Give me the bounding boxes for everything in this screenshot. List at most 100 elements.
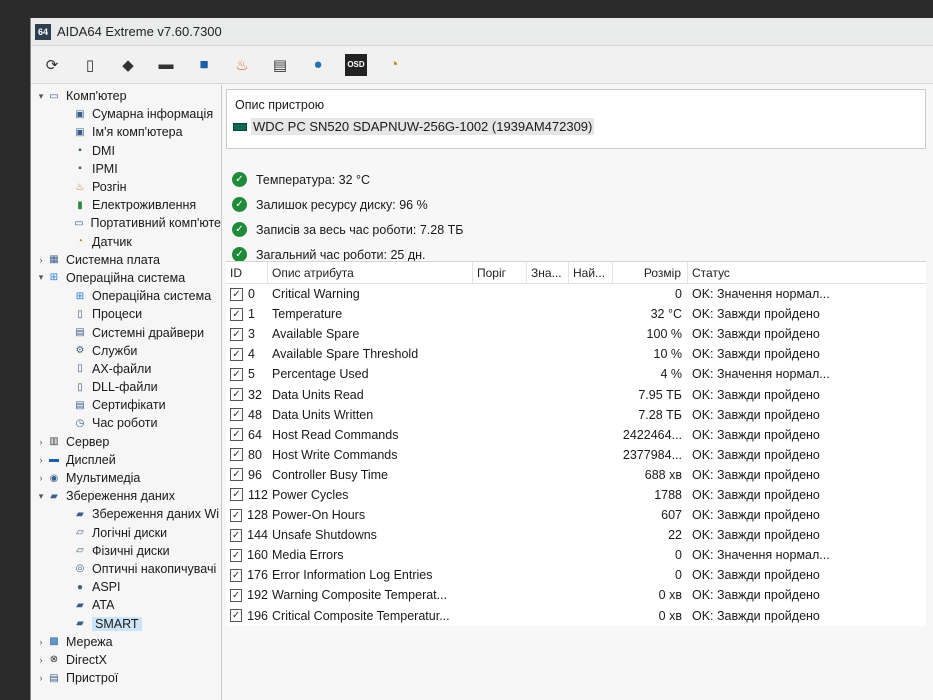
tree-item[interactable]: ▾ ▰ Збереження даних bbox=[31, 487, 221, 505]
tree-item[interactable]: ♨ Розгін bbox=[31, 178, 221, 196]
row-checkbox[interactable]: ✓ bbox=[230, 528, 243, 542]
table-row[interactable]: ✓ 80 Host Write Commands 2377984... OK: Завж… bbox=[226, 445, 926, 465]
table-row[interactable]: ✓ 196 Critical Composite Temperatur... 0 хв… bbox=[226, 606, 926, 626]
tree-item[interactable]: ▾ ▭ Комп'ютер bbox=[31, 87, 221, 105]
tree-item[interactable]: ◔ Датчик bbox=[31, 233, 221, 251]
memory-icon[interactable]: ▬ bbox=[155, 54, 177, 76]
disk-icon[interactable]: ◆ bbox=[117, 54, 139, 76]
column-value[interactable]: Зна... bbox=[527, 262, 569, 283]
expand-arrow-icon[interactable]: › bbox=[35, 437, 47, 447]
tree-item[interactable]: › ▬ Дисплей bbox=[31, 451, 221, 469]
table-row[interactable]: ✓ 96 Controller Busy Time 688 хв OK: Завжди … bbox=[226, 465, 926, 485]
tree-item[interactable]: ▪ IPMI bbox=[31, 160, 221, 178]
table-row[interactable]: ✓ 48 Data Units Written 7.28 ТБ OK: Завжди п… bbox=[226, 405, 926, 425]
column-threshold[interactable]: Поріг bbox=[473, 262, 527, 283]
device-name[interactable]: WDC PC SN520 SDAPNUW-256G-1002 (1939AM47… bbox=[233, 118, 595, 135]
table-row[interactable]: ✓ 176 Error Information Log Entries 0 OK: За… bbox=[226, 565, 926, 585]
table-row[interactable]: ✓ 32 Data Units Read 7.95 ТБ OK: Завжди прой… bbox=[226, 384, 926, 404]
tree-item[interactable]: ▱ Логічні диски bbox=[31, 524, 221, 542]
tree-item[interactable]: ▱ Фізичні диски bbox=[31, 542, 221, 560]
report-icon[interactable]: ▯ bbox=[79, 54, 101, 76]
tree-item[interactable]: ⊞ Операційна система bbox=[31, 287, 221, 305]
table-row[interactable]: ✓ 192 Warning Composite Temperat... 0 хв OK:… bbox=[226, 585, 926, 605]
gauge-icon[interactable]: ◔ bbox=[383, 54, 405, 76]
row-checkbox[interactable]: ✓ bbox=[230, 568, 243, 582]
tree-item[interactable]: ▭ Портативний комп'юте bbox=[31, 214, 221, 232]
table-row[interactable]: ✓ 4 Available Spare Threshold 10 % OK: Завжд… bbox=[226, 344, 926, 364]
expand-arrow-icon[interactable]: › bbox=[35, 255, 47, 265]
tree-item[interactable]: ▪ DMI bbox=[31, 142, 221, 160]
expand-arrow-icon[interactable]: › bbox=[35, 673, 47, 683]
expand-arrow-icon[interactable]: › bbox=[35, 637, 47, 647]
tree-item[interactable]: › ⊗ DirectX bbox=[31, 651, 221, 669]
tree-item[interactable]: ◎ Оптичні накопичувачі bbox=[31, 560, 221, 578]
collapse-arrow-icon[interactable]: ▾ bbox=[35, 272, 47, 283]
network-icon[interactable]: ■ bbox=[193, 54, 215, 76]
collapse-arrow-icon[interactable]: ▾ bbox=[35, 91, 47, 102]
expand-arrow-icon[interactable]: › bbox=[35, 473, 47, 483]
row-checkbox[interactable]: ✓ bbox=[230, 388, 243, 402]
tree-item[interactable]: › ▥ Сервер bbox=[31, 433, 221, 451]
motherboard-icon: ▦ bbox=[49, 254, 59, 266]
row-checkbox[interactable]: ✓ bbox=[230, 488, 243, 502]
attribute-id-cell: ✓ 4 bbox=[226, 347, 268, 361]
expand-arrow-icon[interactable]: › bbox=[35, 655, 47, 665]
table-row[interactable]: ✓ 3 Available Spare 100 % OK: Завжди пройден… bbox=[226, 324, 926, 344]
row-checkbox[interactable]: ✓ bbox=[230, 468, 243, 482]
tree-item[interactable]: ▤ Сертифікати bbox=[31, 396, 221, 414]
table-row[interactable]: ✓ 64 Host Read Commands 2422464... OK: Завжд… bbox=[226, 425, 926, 445]
row-checkbox[interactable]: ✓ bbox=[230, 609, 243, 623]
table-row[interactable]: ✓ 144 Unsafe Shutdowns 22 OK: Завжди пройден… bbox=[226, 525, 926, 545]
tree-item[interactable]: › ▩ Мережа bbox=[31, 633, 221, 651]
table-row[interactable]: ✓ 1 Temperature 32 °C OK: Завжди пройдено bbox=[226, 304, 926, 324]
row-checkbox[interactable]: ✓ bbox=[230, 588, 243, 602]
row-checkbox[interactable]: ✓ bbox=[230, 287, 243, 301]
row-checkbox[interactable]: ✓ bbox=[230, 508, 243, 522]
column-status[interactable]: Статус bbox=[688, 262, 848, 283]
row-checkbox[interactable]: ✓ bbox=[230, 347, 243, 361]
tree-item[interactable]: ▰ Збереження даних Wi bbox=[31, 505, 221, 523]
table-row[interactable]: ✓ 128 Power-On Hours 607 OK: Завжди пройдено bbox=[226, 505, 926, 525]
tree-item[interactable]: ▰ SMART bbox=[31, 614, 221, 632]
row-checkbox[interactable]: ✓ bbox=[230, 307, 243, 321]
table-row[interactable]: ✓ 160 Media Errors 0 OK: Значення нормал... bbox=[226, 545, 926, 565]
expand-arrow-icon[interactable]: › bbox=[35, 455, 47, 465]
table-row[interactable]: ✓ 5 Percentage Used 4 % OK: Значення нормал.… bbox=[226, 364, 926, 384]
tree-item[interactable]: › ◉ Мультимедіа bbox=[31, 469, 221, 487]
tree-item-label: IPMI bbox=[92, 161, 118, 176]
row-checkbox[interactable]: ✓ bbox=[230, 548, 243, 562]
summary-text: Залишок ресурсу диску: 96 % bbox=[256, 197, 428, 212]
row-checkbox[interactable]: ✓ bbox=[230, 428, 243, 442]
tree-item[interactable]: ▾ ⊞ Операційна система bbox=[31, 269, 221, 287]
row-checkbox[interactable]: ✓ bbox=[230, 367, 243, 381]
tree-item[interactable]: ▣ Ім'я комп'ютера bbox=[31, 123, 221, 141]
tree-item[interactable]: ⚙ Служби bbox=[31, 342, 221, 360]
table-row[interactable]: ✓ 112 Power Cycles 1788 OK: Завжди пройдено bbox=[226, 485, 926, 505]
row-checkbox[interactable]: ✓ bbox=[230, 327, 243, 341]
tree-item[interactable]: › ▤ Пристрої bbox=[31, 669, 221, 687]
row-checkbox[interactable]: ✓ bbox=[230, 448, 243, 462]
tree-item[interactable]: ▯ DLL-файли bbox=[31, 378, 221, 396]
row-checkbox[interactable]: ✓ bbox=[230, 408, 243, 422]
tree-item[interactable]: ▤ Системні драйвери bbox=[31, 323, 221, 341]
attribute-id-cell: ✓ 96 bbox=[226, 468, 268, 482]
bios-icon[interactable]: ▤ bbox=[269, 54, 291, 76]
tree-item[interactable]: ▮ Електроживлення bbox=[31, 196, 221, 214]
flame-icon[interactable]: ♨ bbox=[231, 54, 253, 76]
tree-item[interactable]: ▯ AX-файли bbox=[31, 360, 221, 378]
column-size[interactable]: Розмір bbox=[613, 262, 688, 283]
collapse-arrow-icon[interactable]: ▾ bbox=[35, 491, 47, 502]
tree-item[interactable]: ◷ Час роботи bbox=[31, 414, 221, 432]
tree-item[interactable]: ▯ Процеси bbox=[31, 305, 221, 323]
user-icon[interactable]: ● bbox=[307, 54, 329, 76]
column-id[interactable]: ID bbox=[226, 262, 268, 283]
tree-item[interactable]: › ▦ Системна плата bbox=[31, 251, 221, 269]
tree-item[interactable]: ▣ Сумарна інформація bbox=[31, 105, 221, 123]
tree-item[interactable]: ● ASPI bbox=[31, 578, 221, 596]
refresh-icon[interactable]: ⟳ bbox=[41, 54, 63, 76]
osd-icon[interactable]: OSD bbox=[345, 53, 367, 76]
column-worst[interactable]: Най... bbox=[569, 262, 613, 283]
tree-item[interactable]: ▰ ATA bbox=[31, 596, 221, 614]
column-attribute[interactable]: Опис атрибута bbox=[268, 262, 473, 283]
table-row[interactable]: ✓ 0 Critical Warning 0 OK: Значення нормал..… bbox=[226, 284, 926, 304]
